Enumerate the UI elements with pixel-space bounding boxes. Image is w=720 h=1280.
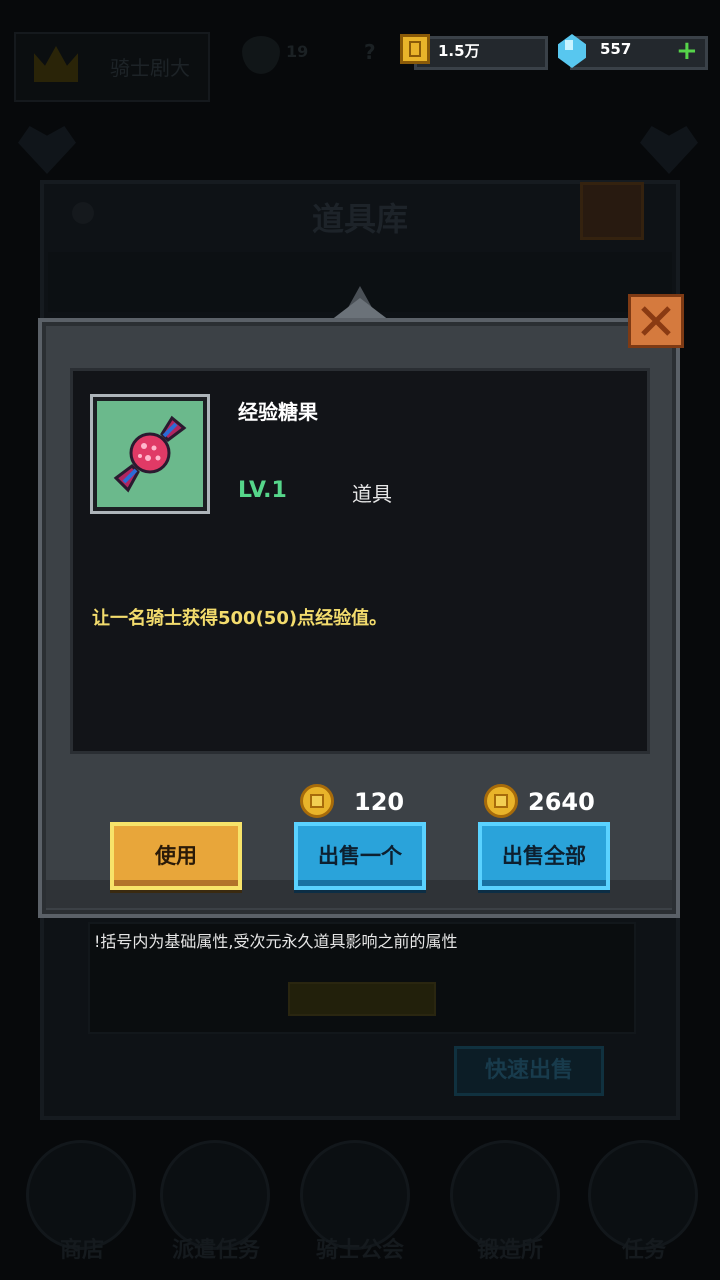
attribute-note: !括号内为基础属性,受次元永久道具影响之前的属性 [94, 932, 458, 951]
nav-dispatch-label: 派遣任务 [171, 1238, 260, 1263]
item-level: LV.1 [238, 478, 287, 503]
sell-one-price: 120 [354, 788, 405, 816]
quick-sell-button: 快速出售 [454, 1046, 604, 1096]
gold-amount: 1.5万 [438, 42, 480, 60]
shield-icon [242, 36, 280, 74]
gem-amount: 557 [600, 40, 632, 58]
inventory-value-badge [288, 982, 436, 1016]
help-icon: ? [364, 40, 376, 64]
nav-guild-label: 骑士公会 [315, 1238, 404, 1263]
item-type: 道具 [352, 482, 392, 506]
nav-quest-label: 任务 [621, 1238, 666, 1263]
gem-shine [565, 40, 573, 50]
use-button[interactable]: 使用 [110, 822, 242, 890]
nav-shop-label: 商店 [59, 1238, 104, 1263]
item-description: 让一名骑士获得500(50)点经验值。 [92, 608, 388, 629]
inventory-close-icon [580, 182, 644, 240]
gold-counter [414, 36, 548, 70]
heart-icon-left [18, 126, 76, 174]
nav-forge-label: 锻造所 [476, 1238, 543, 1263]
add-gems-button[interactable]: + [676, 38, 698, 64]
gold-coin-mark [310, 794, 324, 808]
gold-coin-mark [494, 794, 508, 808]
sell-all-button[interactable]: 出售全部 [478, 822, 610, 890]
player-name: 骑士剧大 [110, 56, 190, 80]
heart-icon-right [640, 126, 698, 174]
close-icon[interactable] [630, 296, 682, 346]
gold-coin-mark [409, 41, 421, 57]
level-badge: 19 [286, 42, 309, 61]
candy-icon [113, 415, 187, 493]
sell-all-price: 2640 [528, 788, 595, 816]
sell-one-button[interactable]: 出售一个 [294, 822, 426, 890]
item-name: 经验糖果 [238, 400, 318, 424]
